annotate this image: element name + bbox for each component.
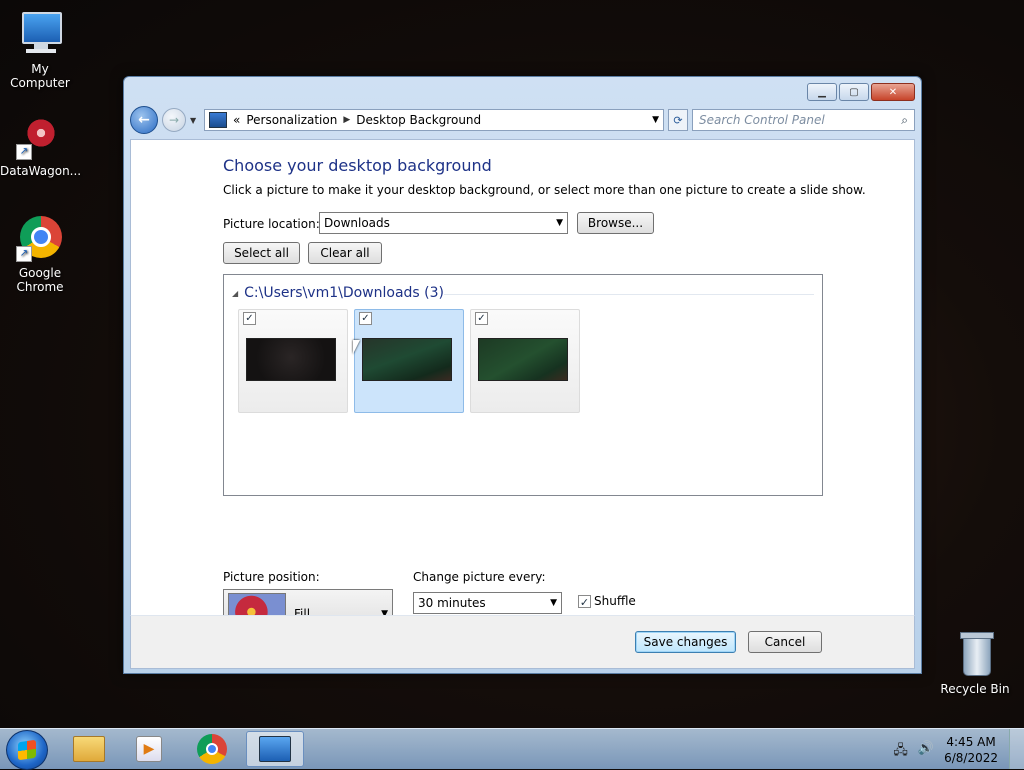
wallpaper-thumbnail[interactable]: ✓ (470, 309, 580, 413)
taskbar: ▶ 🖧 🔊 4:45 AM 6/8/2022 (0, 728, 1024, 770)
picture-location-select[interactable]: Downloads ▼ (319, 212, 568, 234)
window-caption-buttons: ▁ ▢ ✕ (807, 83, 915, 101)
cancel-button[interactable]: Cancel (748, 631, 822, 653)
volume-icon[interactable]: 🔊 (918, 741, 934, 763)
change-picture-label: Change picture every: (413, 570, 546, 584)
thumbnail-image (478, 338, 568, 381)
start-button[interactable] (6, 730, 48, 770)
thumbnail-image (246, 338, 336, 381)
picture-position-label: Picture position: (223, 570, 320, 584)
control-panel-icon (209, 112, 227, 128)
taskbar-explorer[interactable] (60, 731, 118, 767)
picture-gallery: ◢ C:\Users\vm1\Downloads (3) ✓ ✓ ✓ (223, 274, 823, 496)
desktop-icon-recycle-bin[interactable]: Recycle Bin (935, 630, 1015, 696)
picture-location-label: Picture location: (223, 217, 320, 231)
network-icon[interactable]: 🖧 (893, 741, 908, 763)
forward-arrow-icon: → (168, 113, 180, 127)
taskbar-chrome[interactable] (183, 731, 241, 767)
gallery-group-header[interactable]: ◢ C:\Users\vm1\Downloads (3) (232, 285, 444, 301)
back-button[interactable]: ← (130, 106, 158, 134)
address-dropdown-icon[interactable]: ▼ (652, 115, 659, 125)
desktop-icon-label: My Computer (10, 62, 70, 90)
dialog-footer: Save changes Cancel (130, 615, 915, 669)
clear-all-button[interactable]: Clear all (308, 242, 382, 264)
minimize-button[interactable]: ▁ (807, 83, 837, 101)
recycle-bin-icon (951, 630, 999, 678)
wallpaper-thumbnail[interactable]: ✓ (354, 309, 464, 413)
desktop-icon-label: DataWagon... (0, 164, 82, 178)
control-panel-icon (259, 736, 291, 762)
desktop-icon-label: Google Chrome (16, 266, 64, 294)
shuffle-checkbox[interactable]: ✓ (578, 595, 591, 609)
refresh-icon: ⟳ (673, 113, 683, 127)
thumbnail-checkbox[interactable]: ✓ (475, 312, 488, 325)
taskbar-media-player[interactable]: ▶ (120, 731, 178, 767)
media-player-icon: ▶ (136, 736, 162, 762)
desktop-icon-my-computer[interactable]: My Computer (0, 10, 80, 90)
change-picture-interval-value: 30 minutes (418, 596, 486, 610)
thumbnail-checkbox[interactable]: ✓ (359, 312, 372, 325)
taskbar-clock[interactable]: 4:45 AM 6/8/2022 (944, 734, 998, 766)
refresh-button[interactable]: ⟳ (668, 109, 688, 131)
thumbnail-checkbox[interactable]: ✓ (243, 312, 256, 325)
page-title: Choose your desktop background (223, 156, 492, 175)
browse-button[interactable]: Browse... (577, 212, 654, 234)
thumbnail-image (362, 338, 452, 381)
clock-date: 6/8/2022 (944, 751, 998, 765)
shuffle-label[interactable]: Shuffle (594, 594, 636, 608)
save-changes-button[interactable]: Save changes (635, 631, 736, 653)
dropdown-arrow-icon: ▼ (556, 218, 563, 228)
shortcut-arrow-icon: ↗ (16, 246, 32, 262)
change-picture-interval-select[interactable]: 30 minutes ▼ (413, 592, 562, 614)
dropdown-arrow-icon: ▼ (550, 598, 557, 608)
desktop-icon-google-chrome[interactable]: ↗ Google Chrome (0, 214, 80, 294)
wallpaper-thumbnail[interactable]: ✓ (238, 309, 348, 413)
show-desktop-button[interactable] (1009, 729, 1024, 769)
gallery-group-title: C:\Users\vm1\Downloads (3) (244, 285, 444, 301)
back-arrow-icon: ← (138, 112, 150, 128)
content-pane: Choose your desktop background Click a p… (130, 139, 915, 639)
desktop-background-window: ▁ ▢ ✕ ← → ▼ « Personalization ▶ Desktop … (123, 76, 922, 674)
search-placeholder: Search Control Panel (699, 113, 825, 127)
desktop-icon-datawagon[interactable]: ↗ DataWagon... (0, 112, 82, 178)
search-icon[interactable]: ⌕ (901, 113, 908, 128)
history-dropdown-icon[interactable]: ▼ (190, 116, 200, 125)
select-all-button[interactable]: Select all (223, 242, 300, 264)
system-tray: 🖧 🔊 (893, 741, 934, 763)
close-button[interactable]: ✕ (871, 83, 915, 101)
breadcrumb-prefix[interactable]: « (233, 113, 240, 127)
breadcrumb-separator-icon[interactable]: ▶ (343, 115, 350, 125)
mouse-cursor-icon (353, 340, 360, 354)
navigation-bar: ← → ▼ « Personalization ▶ Desktop Backgr… (130, 105, 915, 135)
taskbar-control-panel[interactable] (246, 731, 304, 767)
breadcrumb-desktop-background[interactable]: Desktop Background (356, 113, 481, 127)
maximize-button[interactable]: ▢ (839, 83, 869, 101)
address-bar[interactable]: « Personalization ▶ Desktop Background ▼ (204, 109, 664, 131)
collapse-triangle-icon[interactable]: ◢ (232, 289, 238, 298)
desktop-icon-label: Recycle Bin (940, 682, 1010, 696)
clock-time: 4:45 AM (946, 735, 996, 749)
datawagon-icon: ↗ (16, 112, 64, 160)
computer-icon (16, 10, 64, 58)
chrome-icon (197, 734, 227, 764)
group-divider (444, 294, 814, 295)
chrome-icon: ↗ (16, 214, 64, 262)
page-description: Click a picture to make it your desktop … (223, 183, 866, 197)
search-input[interactable]: Search Control Panel ⌕ (692, 109, 915, 131)
breadcrumb-personalization[interactable]: Personalization (246, 113, 337, 127)
folder-icon (73, 736, 105, 762)
shortcut-arrow-icon: ↗ (16, 144, 32, 160)
windows-logo-icon (18, 739, 36, 761)
forward-button[interactable]: → (162, 108, 186, 132)
picture-location-value: Downloads (324, 216, 390, 230)
